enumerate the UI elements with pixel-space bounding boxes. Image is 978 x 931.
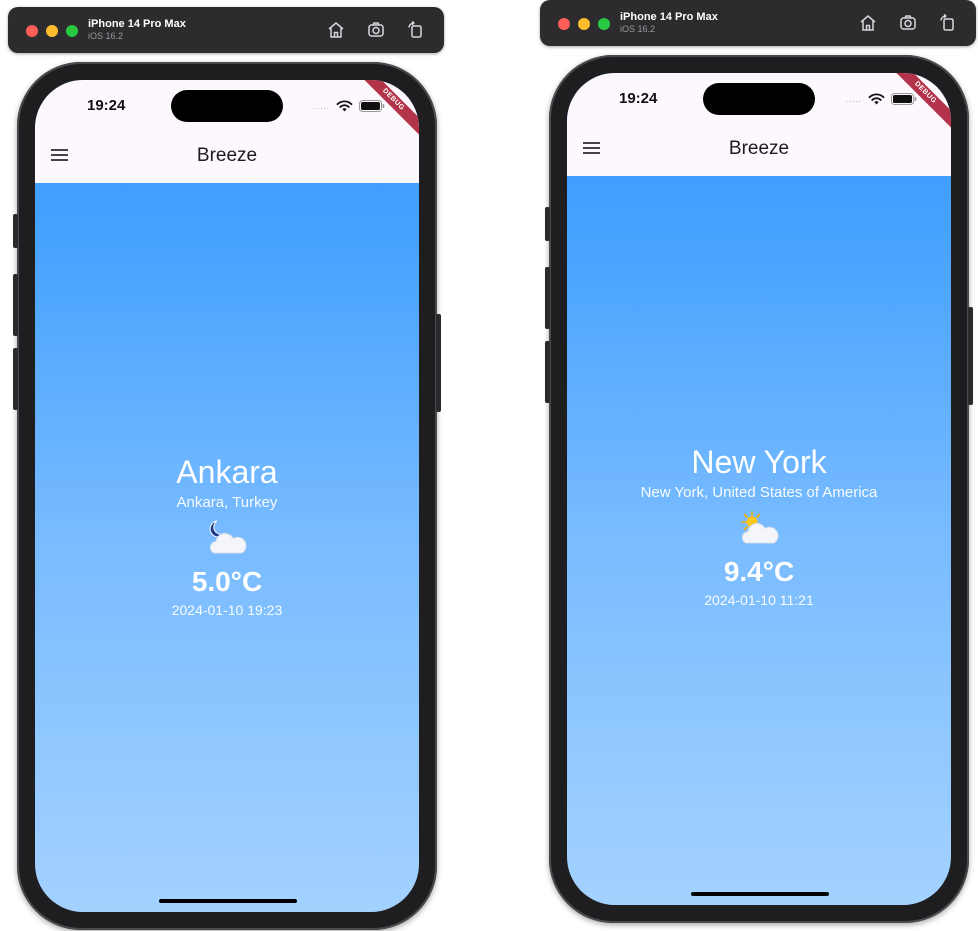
temperature: 9.4°C xyxy=(723,556,795,587)
close-window-button[interactable] xyxy=(558,18,570,30)
simulator-window-ankara: iPhone 14 Pro Max iOS 16.2 19:24 ..... D… xyxy=(5,0,455,931)
wifi-icon xyxy=(336,100,353,112)
weather-summary: Ankara Ankara, Turkey 5.0°C 2024-01-10 1… xyxy=(35,453,419,619)
simulator-titlebar: iPhone 14 Pro Max iOS 16.2 xyxy=(8,7,444,53)
minimize-window-button[interactable] xyxy=(46,25,58,37)
status-time: 19:24 xyxy=(87,97,126,114)
home-icon[interactable] xyxy=(858,13,878,33)
close-window-button[interactable] xyxy=(26,25,38,37)
observation-datetime: 2024-01-10 11:21 xyxy=(704,592,814,608)
app-title: Breeze xyxy=(728,138,790,159)
observation-datetime: 2024-01-10 19:23 xyxy=(171,602,283,618)
region-name: New York, United States of America xyxy=(640,484,878,501)
minimize-window-button[interactable] xyxy=(578,18,590,30)
action-button xyxy=(545,207,550,241)
home-icon[interactable] xyxy=(326,20,346,40)
rotate-icon[interactable] xyxy=(406,20,426,40)
dynamic-island xyxy=(171,90,283,122)
window-controls xyxy=(558,18,610,30)
screenshot-icon[interactable] xyxy=(898,13,918,33)
region-name: Ankara, Turkey xyxy=(176,494,278,511)
temperature: 5.0°C xyxy=(191,566,263,597)
wifi-icon xyxy=(868,93,885,105)
weather-summary: New York New York, United States of Amer… xyxy=(567,443,951,609)
os-version: iOS 16.2 xyxy=(620,24,656,34)
city-name: New York xyxy=(691,444,827,480)
battery-icon xyxy=(359,100,385,112)
zoom-window-button[interactable] xyxy=(66,25,78,37)
app-bar: 19:24 ..... DEBUG Breeze xyxy=(35,80,419,183)
status-icons: ..... xyxy=(846,93,917,105)
battery-icon xyxy=(891,93,917,105)
simulator-titlebar: iPhone 14 Pro Max iOS 16.2 xyxy=(540,0,976,46)
sun-cloud-icon xyxy=(736,509,782,549)
phone-screen: 19:24 ..... DEBUG Breeze New York New Yo… xyxy=(567,73,951,905)
device-name: iPhone 14 Pro Max xyxy=(88,18,186,30)
app-title: Breeze xyxy=(196,145,258,166)
device-name: iPhone 14 Pro Max xyxy=(620,11,718,23)
iphone-frame: 19:24 ..... DEBUG Breeze New York New Yo… xyxy=(545,55,973,923)
status-time: 19:24 xyxy=(619,90,658,107)
action-button xyxy=(13,214,18,248)
cellular-signal-icon: ..... xyxy=(313,101,330,111)
moon-cloud-icon xyxy=(204,519,250,559)
volume-up-button xyxy=(13,274,18,336)
os-version: iOS 16.2 xyxy=(88,31,124,41)
home-indicator[interactable] xyxy=(691,892,829,896)
power-button xyxy=(968,307,973,405)
phone-screen: 19:24 ..... DEBUG Breeze Ankara Ankara, … xyxy=(35,80,419,912)
simulator-window-new-york: iPhone 14 Pro Max iOS 16.2 19:24 ..... D… xyxy=(537,0,978,931)
cellular-signal-icon: ..... xyxy=(845,94,862,104)
app-bar: 19:24 ..... DEBUG Breeze xyxy=(567,73,951,176)
rotate-icon[interactable] xyxy=(938,13,958,33)
volume-down-button xyxy=(545,341,550,403)
iphone-frame: 19:24 ..... DEBUG Breeze Ankara Ankara, … xyxy=(13,62,441,930)
window-controls xyxy=(26,25,78,37)
home-indicator[interactable] xyxy=(159,899,297,903)
zoom-window-button[interactable] xyxy=(598,18,610,30)
dynamic-island xyxy=(703,83,815,115)
city-name: Ankara xyxy=(176,454,278,490)
screenshot-icon[interactable] xyxy=(366,20,386,40)
volume-up-button xyxy=(545,267,550,329)
status-icons: ..... xyxy=(314,100,385,112)
power-button xyxy=(436,314,441,412)
volume-down-button xyxy=(13,348,18,410)
